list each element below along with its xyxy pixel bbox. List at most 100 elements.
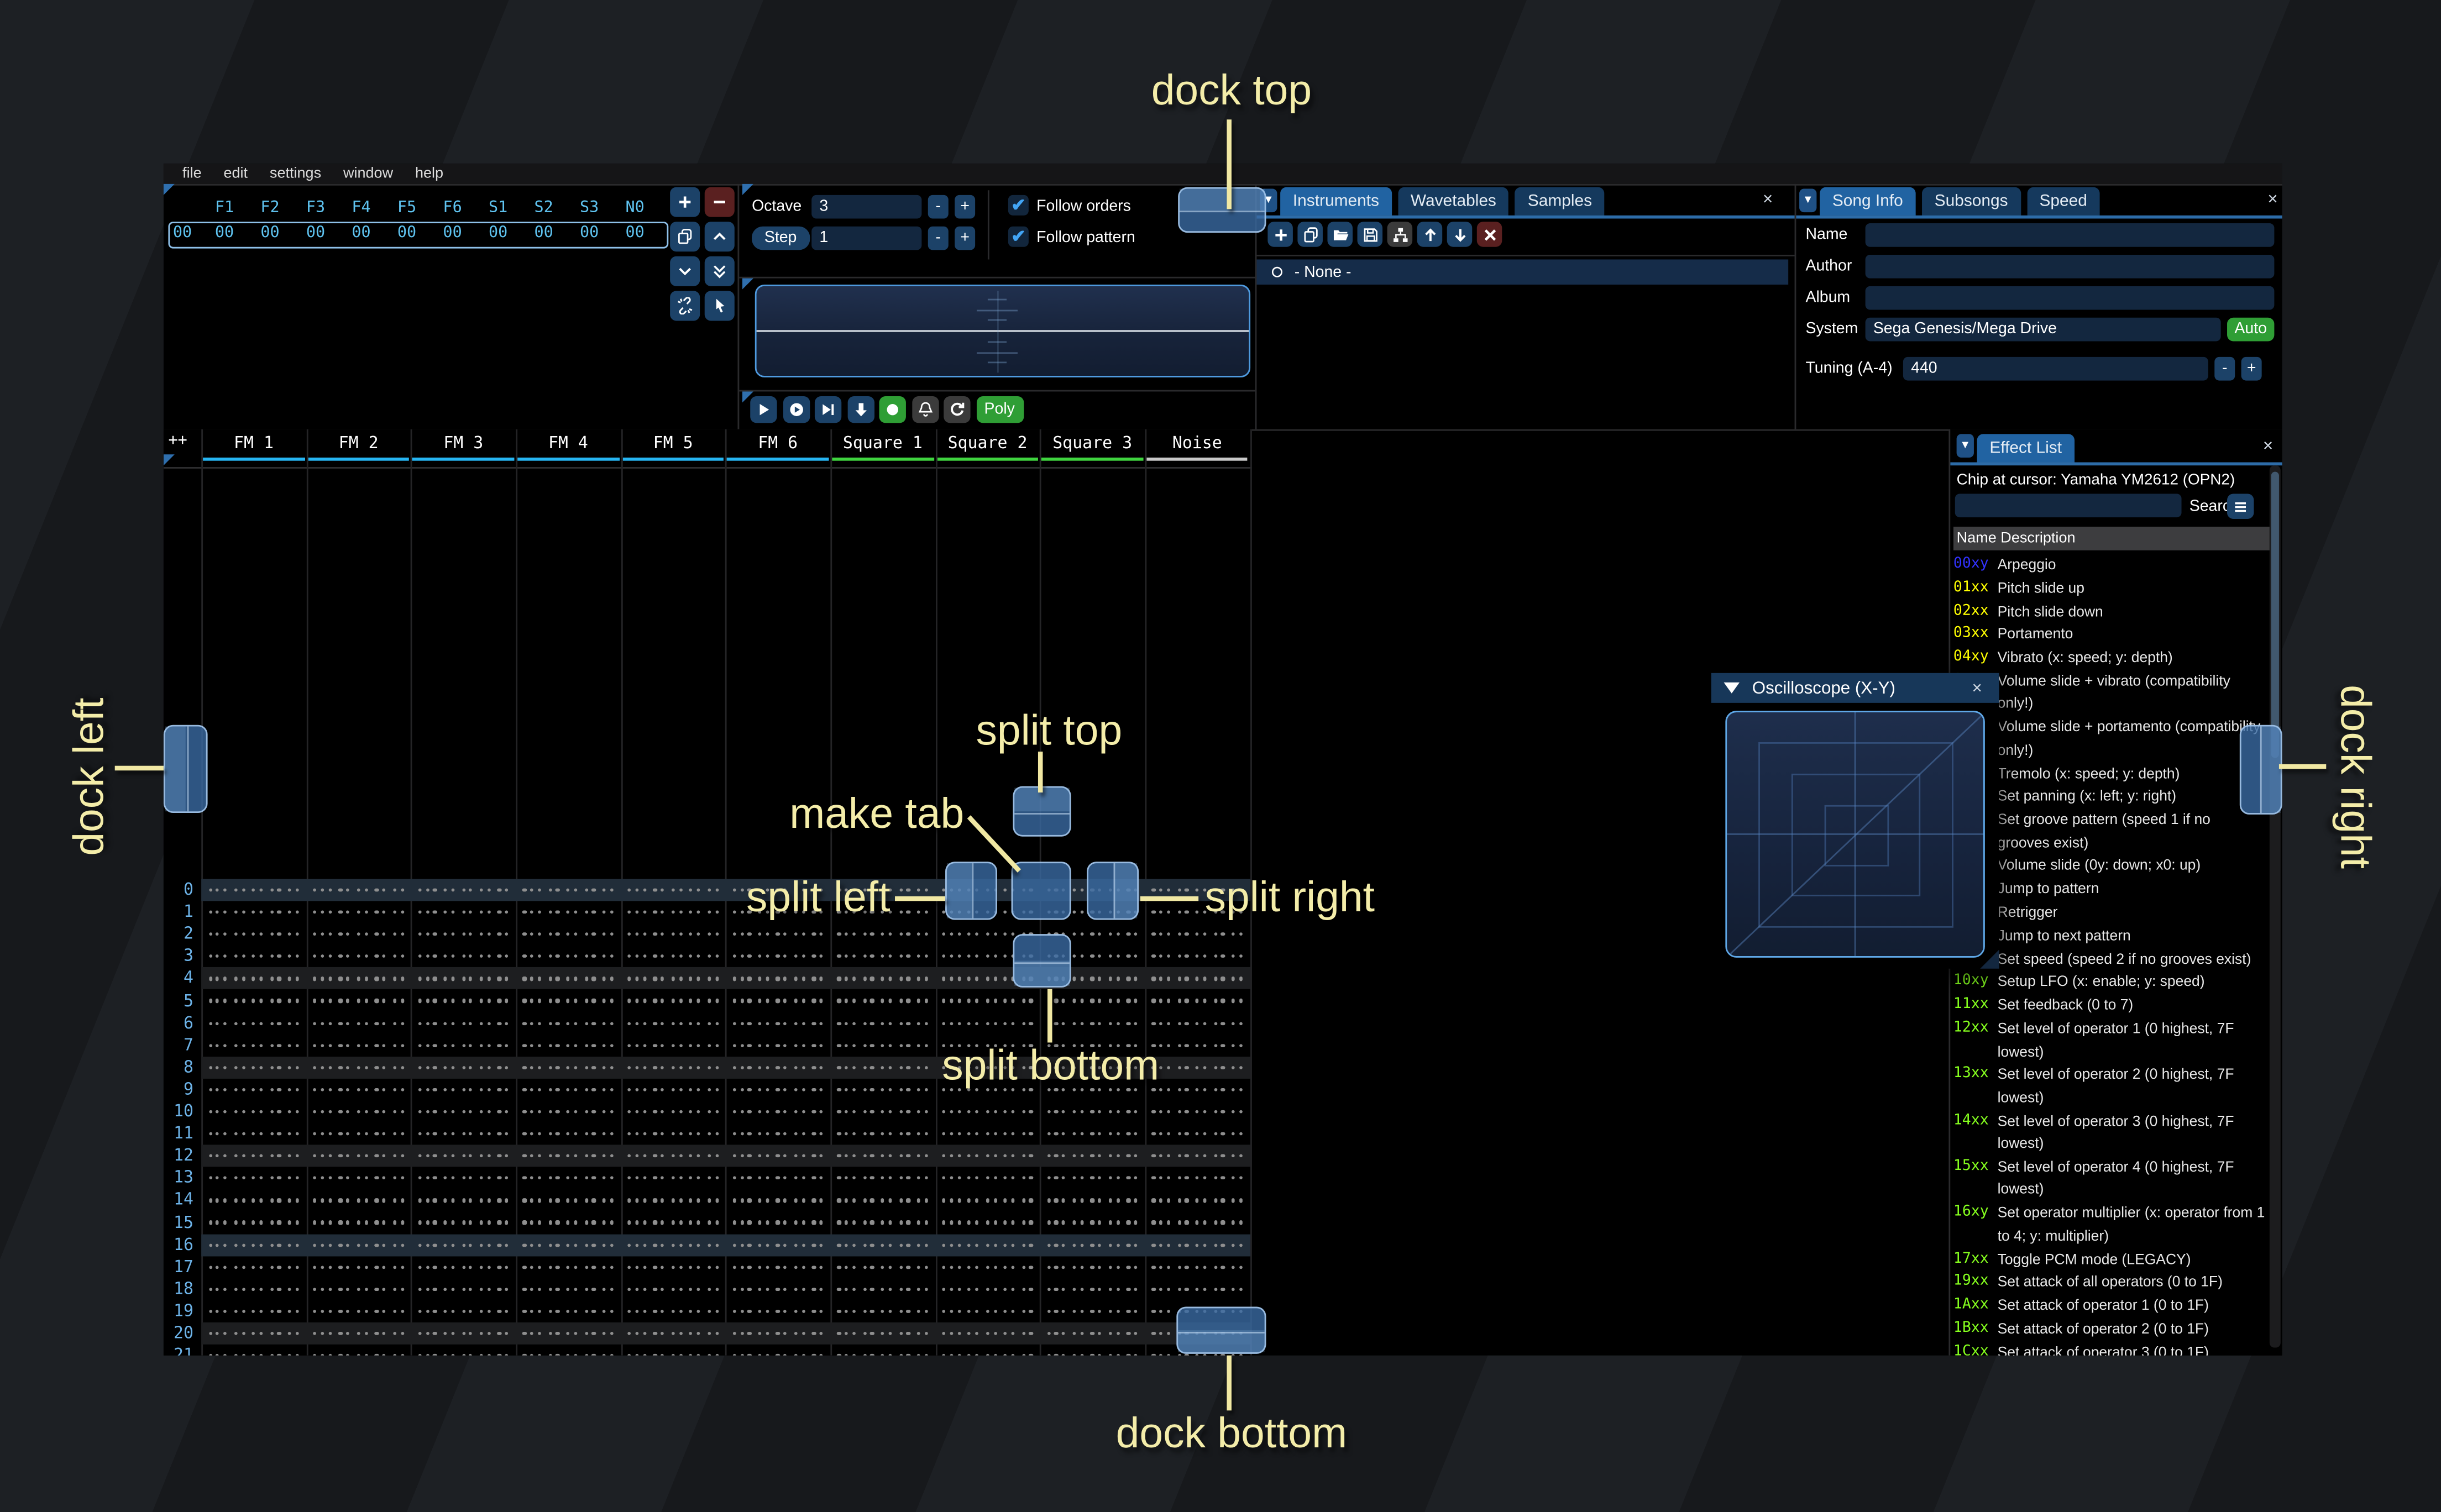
pattern-cell[interactable] <box>516 1012 621 1034</box>
pattern-cell[interactable] <box>1145 1057 1250 1079</box>
order-cell[interactable]: 00 <box>397 224 416 241</box>
split-left-target[interactable] <box>945 862 997 920</box>
pattern-cell[interactable] <box>1040 1123 1145 1145</box>
pattern-cell[interactable] <box>935 1211 1040 1233</box>
pattern-cell[interactable] <box>201 923 306 946</box>
pattern-row-5[interactable]: 5 <box>164 990 1250 1012</box>
tuning-plus-button[interactable]: + <box>2241 356 2262 381</box>
pattern-row-13[interactable]: 13 <box>164 1167 1250 1189</box>
pattern-cell[interactable] <box>516 946 621 968</box>
effect-row-04xy[interactable]: 04xy Vibrato (x: speed; y: depth) <box>1953 647 2270 669</box>
octave-plus-button[interactable]: + <box>955 195 976 219</box>
pattern-row-10[interactable]: 10 <box>164 1101 1250 1123</box>
pattern-cell[interactable] <box>516 1278 621 1300</box>
pattern-cell[interactable] <box>830 1167 935 1189</box>
step-plus-button[interactable]: + <box>955 226 976 250</box>
pattern-cell[interactable] <box>1145 946 1250 968</box>
pattern-cell[interactable] <box>725 946 830 968</box>
pattern-cell[interactable] <box>306 923 411 946</box>
close-song-info-icon[interactable]: × <box>2263 190 2282 209</box>
pattern-cell[interactable] <box>621 1012 726 1034</box>
pattern-cell[interactable] <box>306 1278 411 1300</box>
instrument-list-item[interactable]: - None - <box>1256 259 1789 285</box>
pattern-cell[interactable] <box>725 1322 830 1345</box>
auto-system-button[interactable]: Auto <box>2227 317 2275 342</box>
pattern-cell[interactable] <box>411 1167 516 1189</box>
dock-right-target[interactable] <box>2239 725 2282 814</box>
name-field[interactable] <box>1865 223 2275 247</box>
pattern-row-11[interactable]: 11 <box>164 1123 1250 1145</box>
pattern-cell[interactable] <box>1040 1189 1145 1211</box>
pattern-cell[interactable] <box>516 1211 621 1233</box>
split-top-target[interactable] <box>1013 786 1071 837</box>
order-cell[interactable]: 00 <box>352 224 370 241</box>
pattern-cell[interactable] <box>621 968 726 990</box>
pattern-cell[interactable] <box>1040 1278 1145 1300</box>
system-field[interactable] <box>1865 317 2221 342</box>
pattern-cell[interactable] <box>516 1123 621 1145</box>
pattern-cell[interactable] <box>830 1057 935 1079</box>
pattern-cell[interactable] <box>516 923 621 946</box>
pattern-cell[interactable] <box>306 1101 411 1123</box>
effect-row-17xx[interactable]: 17xx Toggle PCM mode (LEGACY) <box>1953 1248 2270 1271</box>
step-button[interactable]: Step <box>752 226 810 250</box>
album-field[interactable] <box>1865 286 2275 310</box>
effect-row-0Axy[interactable]: 0AxyVolume slide (0y: down; x0: up) <box>1953 854 2270 877</box>
pattern-row-2[interactable]: 2 <box>164 923 1250 946</box>
pattern-cell[interactable] <box>1145 1012 1250 1034</box>
pattern-cell[interactable] <box>725 1256 830 1278</box>
effect-row-00xy[interactable]: 00xy Arpeggio <box>1953 554 2270 576</box>
pattern-cell[interactable] <box>621 1101 726 1123</box>
octave-minus-button[interactable]: - <box>928 195 949 219</box>
pattern-cell[interactable] <box>201 1057 306 1079</box>
tab-song-info[interactable]: Song Info <box>1820 187 1916 216</box>
pattern-cell[interactable] <box>621 1345 726 1355</box>
pattern-cell[interactable] <box>201 1211 306 1233</box>
order-cell[interactable]: 00 <box>215 224 234 241</box>
pattern-cell[interactable] <box>306 1189 411 1211</box>
pattern-cell[interactable] <box>1145 1079 1250 1101</box>
move-order-down-button[interactable] <box>670 256 700 286</box>
pattern-cell[interactable] <box>725 1211 830 1233</box>
effect-row-19xx[interactable]: 19xx Set attack of all operators (0 to 1F… <box>1953 1271 2270 1294</box>
pattern-cell[interactable] <box>411 879 516 901</box>
pattern-cell[interactable] <box>306 1079 411 1101</box>
scrollbar-thumb[interactable] <box>2270 471 2279 758</box>
pattern-cell[interactable] <box>1145 1233 1250 1256</box>
pattern-cell[interactable] <box>411 1189 516 1211</box>
tab-wavetables[interactable]: Wavetables <box>1398 187 1509 216</box>
pattern-cell[interactable] <box>411 1300 516 1322</box>
pattern-cell[interactable] <box>411 1123 516 1145</box>
pattern-cell[interactable] <box>306 946 411 968</box>
pattern-cell[interactable] <box>201 990 306 1012</box>
tab-instruments[interactable]: Instruments <box>1280 187 1392 216</box>
pattern-cell[interactable] <box>516 1101 621 1123</box>
pattern-cell[interactable] <box>725 1278 830 1300</box>
close-effect-list-icon[interactable]: × <box>2259 437 2277 456</box>
pattern-cell[interactable] <box>830 968 935 990</box>
pattern-cell[interactable] <box>201 1034 306 1056</box>
pattern-row-19[interactable]: 19 <box>164 1300 1250 1322</box>
pattern-cell[interactable] <box>1040 1256 1145 1278</box>
pattern-cell[interactable] <box>516 1034 621 1056</box>
pattern-cell[interactable] <box>201 1012 306 1034</box>
menu-item-settings[interactable]: settings <box>259 165 332 182</box>
save-instrument-button[interactable] <box>1357 222 1383 247</box>
pattern-cell[interactable] <box>830 1123 935 1145</box>
pattern-cell[interactable] <box>621 1233 726 1256</box>
octave-input[interactable] <box>811 195 922 219</box>
pattern-row-18[interactable]: 18 <box>164 1278 1250 1300</box>
pattern-cell[interactable] <box>830 990 935 1012</box>
effect-row-0Bxx[interactable]: 0BxxJump to pattern <box>1953 878 2270 900</box>
pattern-cell[interactable] <box>306 1256 411 1278</box>
channel-header-square-1[interactable]: Square 1 <box>843 433 923 452</box>
pattern-cell[interactable] <box>411 1101 516 1123</box>
pattern-cell[interactable] <box>1040 990 1145 1012</box>
pattern-row-14[interactable]: 14 <box>164 1189 1250 1211</box>
pattern-cell[interactable] <box>935 1233 1040 1256</box>
pattern-cell[interactable] <box>830 1256 935 1278</box>
pattern-row-21[interactable]: 21 <box>164 1345 1250 1355</box>
pattern-cell[interactable] <box>516 1079 621 1101</box>
effect-row-14xx[interactable]: 14xx Set level of operator 3 (0 highest, … <box>1953 1110 2270 1156</box>
collapse-icon[interactable] <box>1724 682 1740 694</box>
